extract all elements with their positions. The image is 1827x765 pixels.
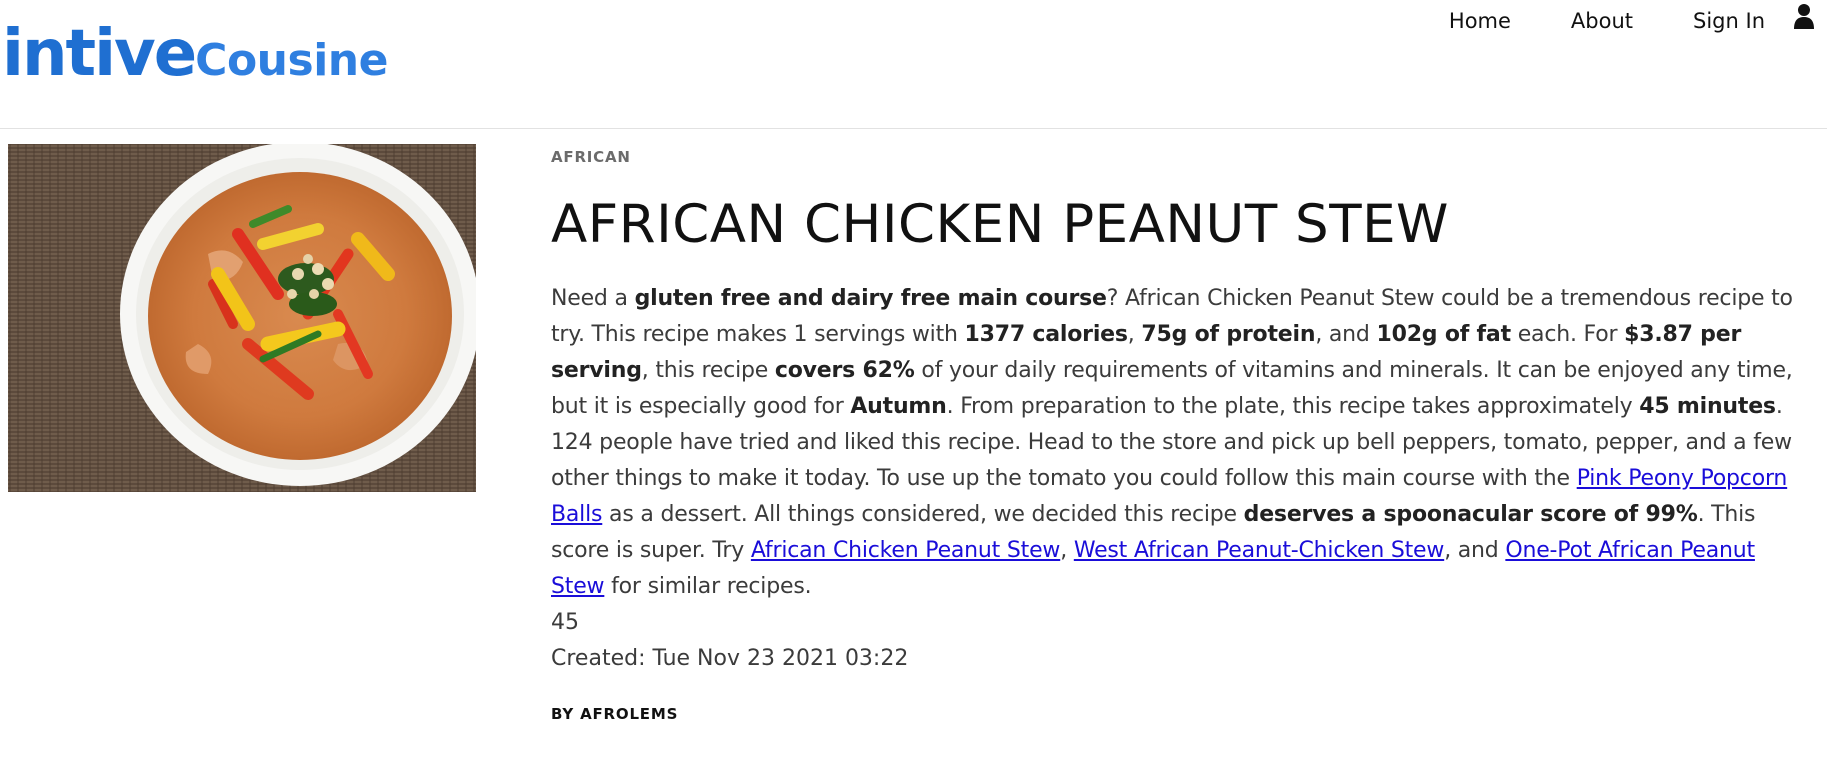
user-icon[interactable] (1793, 3, 1815, 29)
score-value: deserves a spoonacular score of 99% (1243, 502, 1698, 527)
summary-text: as a dessert. All things considered, we … (602, 502, 1244, 527)
summary-text: , (1127, 322, 1142, 347)
related-recipe-link[interactable]: West African Peanut-Chicken Stew (1074, 538, 1445, 563)
site-header: intiveCousine Home About Sign In (0, 0, 1827, 129)
logo-part-2: Cousine (195, 35, 388, 86)
recipe-title: AFRICAN CHICKEN PEANUT STEW (551, 194, 1449, 255)
recipe-category[interactable]: AFRICAN (551, 148, 1801, 166)
related-recipe-link[interactable]: African Chicken Peanut Stew (751, 538, 1061, 563)
summary-text: each. For (1510, 322, 1625, 347)
summary-text: for similar recipes. (604, 574, 812, 599)
nav-home-link[interactable]: Home (1449, 9, 1511, 33)
recipe-image (8, 144, 476, 492)
summary-text: , this recipe (641, 358, 775, 383)
created-date: Created: Tue Nov 23 2021 03:22 (551, 646, 909, 671)
site-logo[interactable]: intiveCousine (2, 22, 388, 86)
time-value: 45 minutes (1639, 394, 1776, 419)
recipe-author: BY AFROLEMS (551, 705, 679, 723)
summary-text: , and (1315, 322, 1377, 347)
logo-part-1: intive (2, 17, 197, 91)
ready-minutes: 45 (551, 610, 579, 635)
recipe-summary: Need a gluten free and dairy free main c… (551, 281, 1801, 605)
fat-value: 102g of fat (1376, 322, 1511, 347)
recipe-content: AFRICAN AFRICAN CHICKEN PEANUT STEW Need… (551, 148, 1801, 723)
nav-about-link[interactable]: About (1571, 9, 1633, 33)
recipe-photo (8, 144, 476, 492)
summary-bold: gluten free and dairy free main course (634, 286, 1107, 311)
nav-sign-in-link[interactable]: Sign In (1693, 9, 1765, 33)
summary-text: , and (1444, 538, 1506, 563)
summary-text: . From preparation to the plate, this re… (946, 394, 1640, 419)
calories-value: 1377 calories (964, 322, 1128, 347)
protein-value: 75g of protein (1141, 322, 1316, 347)
main-nav: Home About Sign In (1449, 3, 1827, 36)
coverage-value: covers 62% (774, 358, 915, 383)
season-value: Autumn (850, 394, 947, 419)
summary-text: , (1060, 538, 1074, 563)
summary-text: Need a (551, 286, 635, 311)
